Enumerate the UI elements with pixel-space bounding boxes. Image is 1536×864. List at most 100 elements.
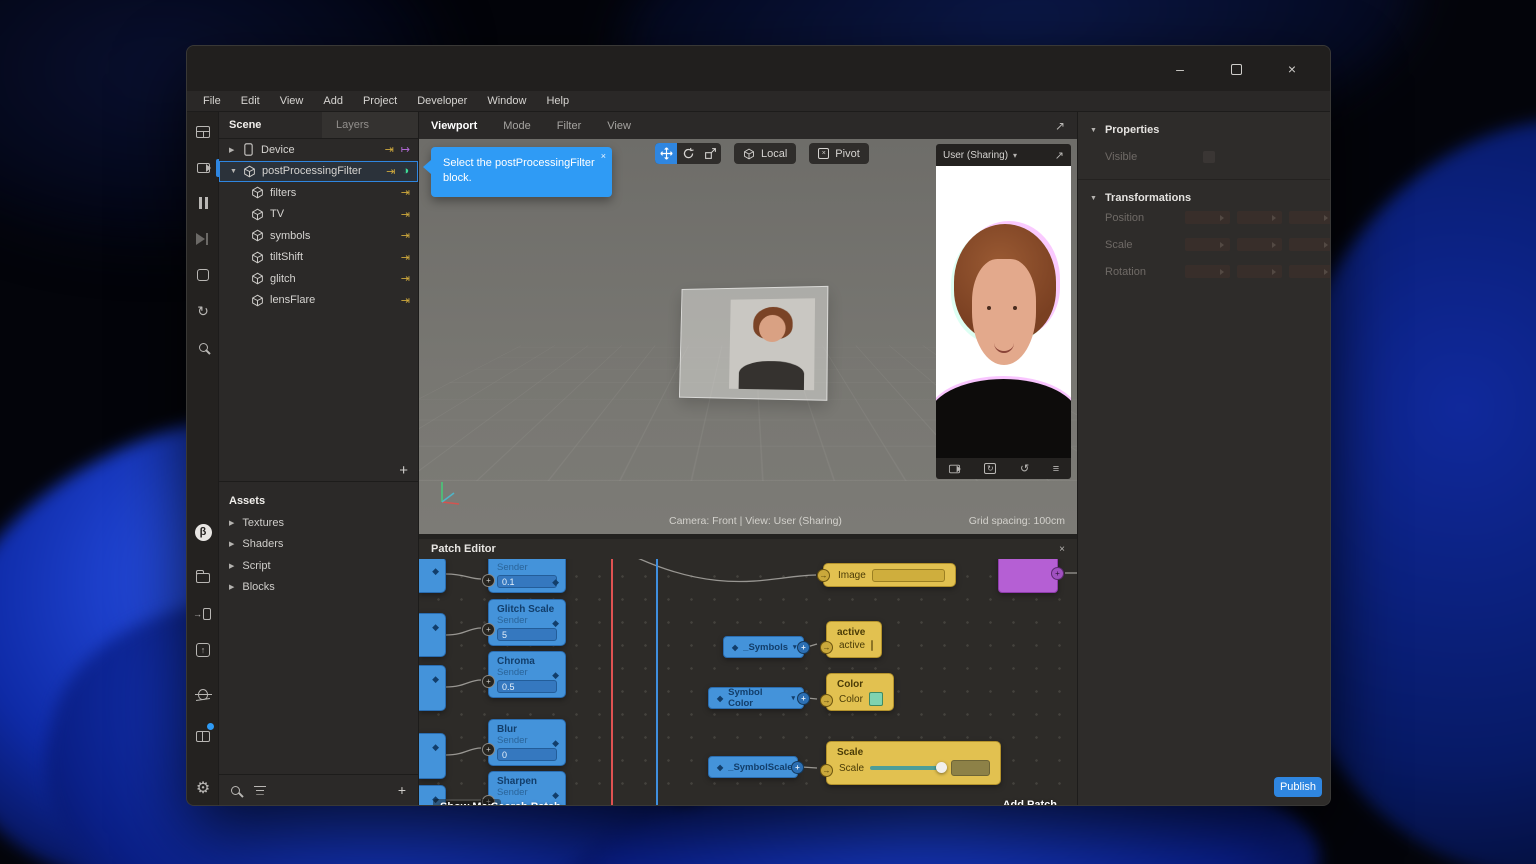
- asset-group-shaders[interactable]: ▶ Shaders: [219, 534, 418, 556]
- reset-view-icon[interactable]: ↺: [1020, 462, 1029, 475]
- menu-add[interactable]: Add: [313, 95, 353, 107]
- send-to-patch-icon[interactable]: ⇥: [401, 186, 410, 199]
- add-scene-object-button[interactable]: +: [399, 462, 408, 479]
- rotate-tool-button[interactable]: [677, 143, 699, 164]
- scene-item-postprocessingfilter[interactable]: ▼ postProcessingFilter ⇥◑: [219, 161, 418, 183]
- menu-help[interactable]: Help: [536, 95, 579, 107]
- send-to-patch-icon[interactable]: ⇥: [401, 208, 410, 221]
- local-space-button[interactable]: Local: [734, 143, 796, 164]
- position-z-field[interactable]: [1289, 211, 1331, 224]
- tab-viewport[interactable]: Viewport: [431, 120, 477, 132]
- preview-menu-icon[interactable]: ≡: [1053, 463, 1059, 475]
- transformations-section-header[interactable]: ▼ Transformations: [1078, 180, 1330, 204]
- scene-item-symbols[interactable]: symbols ⇥: [219, 225, 418, 247]
- export-button[interactable]: ↑: [187, 635, 219, 665]
- send-to-patch-icon[interactable]: ⇥: [401, 272, 410, 285]
- tooltip-close-icon[interactable]: ×: [601, 150, 606, 163]
- patch-image[interactable]: Image →: [823, 563, 956, 587]
- maximize-button[interactable]: [1208, 54, 1264, 84]
- pause-button[interactable]: [187, 188, 219, 218]
- workspace-layout-button[interactable]: [187, 117, 219, 147]
- patch-value-field[interactable]: 0.1: [497, 575, 557, 588]
- menu-file[interactable]: File: [193, 95, 231, 107]
- position-x-field[interactable]: [1185, 211, 1230, 224]
- input-port[interactable]: →: [820, 694, 833, 707]
- color-swatch[interactable]: [869, 692, 883, 706]
- scale-z-field[interactable]: [1289, 238, 1331, 251]
- output-port[interactable]: +: [797, 692, 810, 705]
- visibility-toggle-icon[interactable]: ◑: [402, 165, 409, 177]
- filter-assets-icon[interactable]: [254, 786, 266, 795]
- test-debug-button[interactable]: [187, 679, 219, 709]
- input-port[interactable]: +: [482, 743, 495, 756]
- patch-block-partial[interactable]: ◆: [419, 613, 446, 657]
- send-to-patch-icon[interactable]: ⇥: [385, 143, 394, 156]
- pivot-button[interactable]: × Pivot: [809, 143, 868, 164]
- patch-block-partial[interactable]: ◆: [419, 559, 446, 593]
- move-tool-button[interactable]: [655, 143, 677, 164]
- scale-y-field[interactable]: [1237, 238, 1282, 251]
- window-titlebar[interactable]: – ×: [187, 46, 1330, 91]
- patch-receiver-symbol-color[interactable]: ◆ Symbol Color ▾ +: [708, 687, 804, 709]
- rotation-y-field[interactable]: [1237, 265, 1282, 278]
- input-port[interactable]: →: [817, 569, 830, 582]
- scale-number-field[interactable]: [951, 760, 990, 776]
- patch-receiver-symbols[interactable]: ◆ _Symbols ▾ +: [723, 636, 804, 658]
- output-port[interactable]: +: [797, 641, 810, 654]
- input-port[interactable]: →: [820, 641, 833, 654]
- scene-item-lensflare[interactable]: lensFlare ⇥: [219, 290, 418, 312]
- output-port[interactable]: +: [1051, 567, 1064, 580]
- search-button[interactable]: [187, 332, 219, 362]
- camera-view-button[interactable]: [187, 153, 219, 183]
- expander-icon[interactable]: ▼: [230, 168, 241, 175]
- patch-block-partial[interactable]: ◆: [419, 665, 446, 711]
- properties-section-header[interactable]: ▼ Properties: [1078, 112, 1330, 136]
- restart-playback-button[interactable]: [187, 224, 219, 254]
- scene-item-device[interactable]: ▶ Device ⇥↦: [219, 139, 418, 161]
- send-to-patch-icon[interactable]: ⇥: [401, 229, 410, 242]
- beta-badge[interactable]: β: [187, 517, 219, 547]
- tab-mode[interactable]: Mode: [503, 120, 531, 132]
- patch-sender-glitch-scale[interactable]: Glitch Scale Sender 5 ◆ +: [488, 599, 566, 646]
- patch-block-partial[interactable]: ◆: [419, 733, 446, 779]
- asset-group-script[interactable]: ▶ Script: [219, 555, 418, 577]
- rotation-z-field[interactable]: [1289, 265, 1331, 278]
- viewport-3d[interactable]: Local × Pivot Select the postProcessingF…: [419, 139, 1077, 534]
- scene-plane-object[interactable]: [679, 286, 828, 401]
- close-button[interactable]: ×: [1264, 54, 1320, 84]
- tab-layers[interactable]: Layers: [322, 112, 418, 138]
- menu-edit[interactable]: Edit: [231, 95, 270, 107]
- patch-active[interactable]: active active →: [826, 621, 882, 658]
- patch-canvas[interactable]: ◆ ◆ ◆ ◆ ◆ Sender 0.1 ◆ + Glitch Scale: [419, 559, 1077, 806]
- menu-project[interactable]: Project: [353, 95, 407, 107]
- active-checkbox[interactable]: [871, 640, 873, 651]
- expand-preview-icon[interactable]: ↗: [1055, 149, 1064, 162]
- patch-value-field[interactable]: 0: [497, 748, 557, 761]
- flip-camera-icon[interactable]: ↻: [984, 463, 996, 474]
- send-to-patch-icon[interactable]: ⇥: [386, 165, 395, 178]
- scale-x-field[interactable]: [1185, 238, 1230, 251]
- console-panel-button[interactable]: [187, 721, 219, 751]
- expander-icon[interactable]: ▶: [229, 519, 234, 527]
- output-port[interactable]: +: [791, 761, 804, 774]
- settings-button[interactable]: ⚙: [187, 774, 219, 804]
- slider-knob[interactable]: [936, 762, 947, 773]
- search-patch-button[interactable]: Search Patch: [491, 801, 561, 806]
- search-assets-icon[interactable]: [231, 786, 240, 795]
- patch-value-field[interactable]: 5: [497, 628, 557, 641]
- minimize-button[interactable]: –: [1152, 54, 1208, 84]
- tab-scene[interactable]: Scene: [219, 112, 322, 138]
- scene-item-glitch[interactable]: glitch ⇥: [219, 268, 418, 290]
- sync-button[interactable]: ↻: [187, 296, 219, 326]
- add-asset-button[interactable]: +: [398, 782, 406, 798]
- device-simulator-button[interactable]: [187, 260, 219, 290]
- scene-item-tiltshift[interactable]: tiltShift ⇥: [219, 247, 418, 269]
- scene-item-filters[interactable]: filters ⇥: [219, 182, 418, 204]
- expand-viewport-icon[interactable]: ↗: [1055, 119, 1065, 133]
- image-input-field[interactable]: [872, 569, 945, 582]
- asset-group-textures[interactable]: ▶ Textures: [219, 512, 418, 534]
- menu-developer[interactable]: Developer: [407, 95, 477, 107]
- expander-icon[interactable]: ▶: [229, 540, 234, 548]
- expander-icon[interactable]: ▶: [229, 146, 240, 154]
- camera-source-icon[interactable]: [949, 464, 960, 473]
